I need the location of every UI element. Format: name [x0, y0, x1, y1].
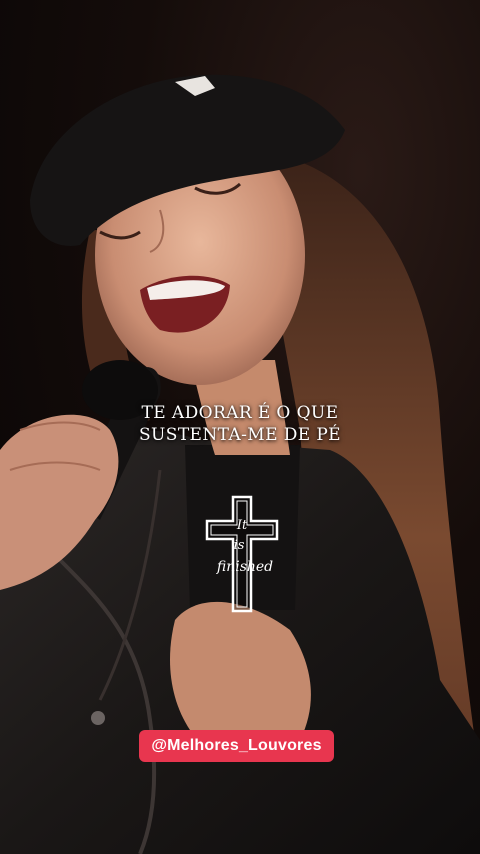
- it-is-finished-cross-logo: It is finished: [205, 495, 279, 613]
- lyric-line-1: TE ADORAR É O QUE: [141, 403, 339, 423]
- logo-text-3: finished: [216, 559, 273, 575]
- lyric-line-2: SUSTENTA-ME DE PÉ: [139, 425, 341, 445]
- lyrics-caption: TE ADORAR É O QUE SUSTENTA-ME DE PÉ: [0, 402, 480, 446]
- logo-text-1: It: [236, 518, 248, 533]
- logo-text-2: is: [234, 538, 245, 553]
- channel-handle-badge: @Melhores_Louvores: [139, 730, 334, 762]
- video-frame: TE ADORAR É O QUE SUSTENTA-ME DE PÉ It i…: [0, 0, 480, 854]
